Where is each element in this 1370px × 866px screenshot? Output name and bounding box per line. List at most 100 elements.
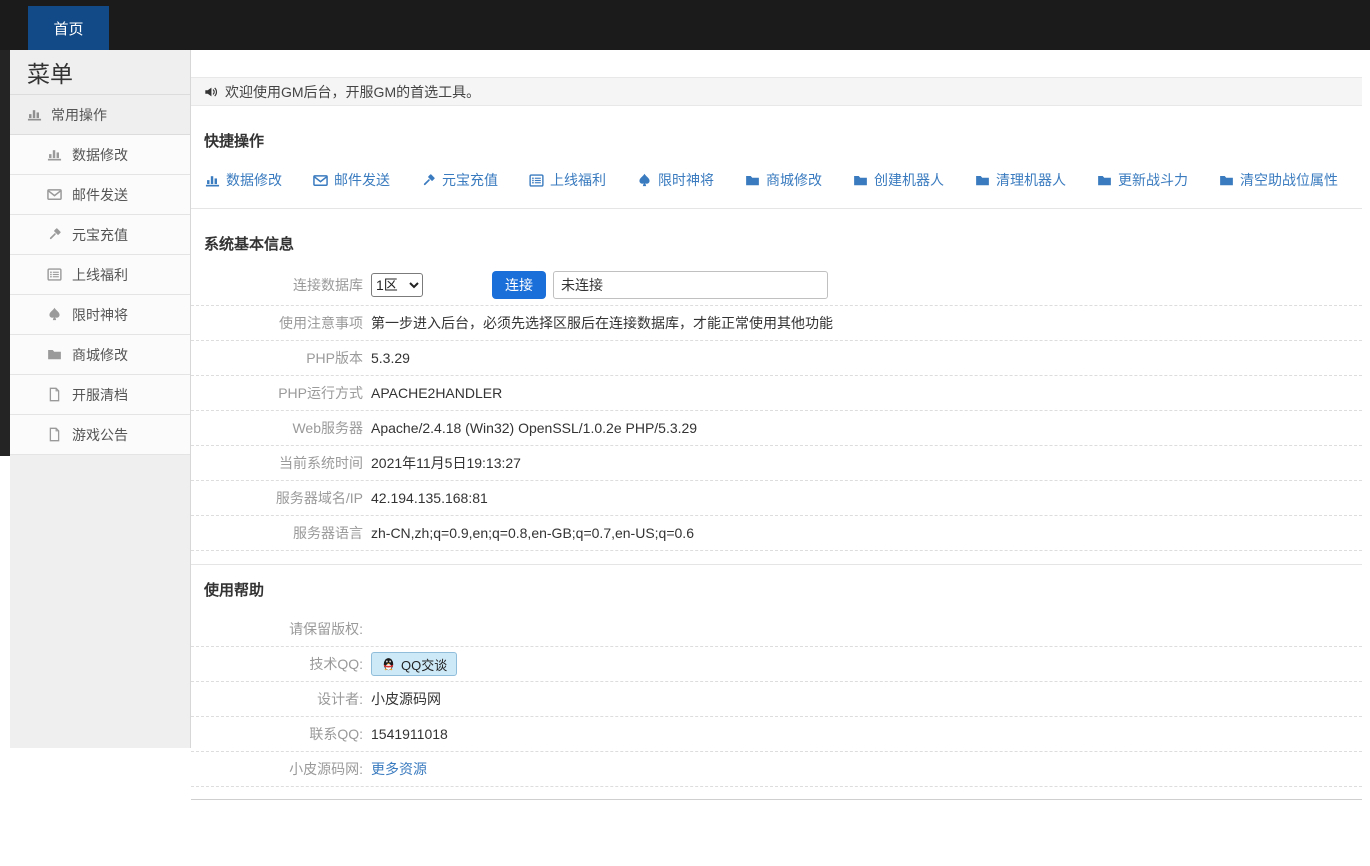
welcome-banner: 欢迎使用GM后台，开服GM的首选工具。 bbox=[191, 77, 1362, 106]
sidebar-item-label: 邮件发送 bbox=[72, 185, 128, 205]
sidebar-item-mail-send[interactable]: 邮件发送 bbox=[10, 175, 190, 215]
topbar: 首页 bbox=[0, 0, 1370, 50]
file-icon bbox=[47, 427, 62, 442]
quick-link-label: 更新战斗力 bbox=[1118, 170, 1188, 190]
quick-link-create-robot[interactable]: 创建机器人 bbox=[853, 170, 944, 190]
sidebar-item-label: 游戏公告 bbox=[72, 425, 128, 445]
system-info-table: 连接数据库 1区 连接 使用注意事项 第一步进入后台，必须先选择区服后在连接数据… bbox=[191, 265, 1362, 551]
quick-link-data-edit[interactable]: 数据修改 bbox=[205, 170, 282, 190]
quick-link-label: 创建机器人 bbox=[874, 170, 944, 190]
row-label: 使用注意事项 bbox=[191, 313, 363, 333]
folder-icon bbox=[853, 173, 868, 188]
sidebar-item-label: 上线福利 bbox=[72, 265, 128, 285]
main-content: 欢迎使用GM后台，开服GM的首选工具。 快捷操作 数据修改 邮件发送 元宝充值 … bbox=[191, 50, 1362, 866]
row-value: zh-CN,zh;q=0.9,en;q=0.8,en-GB;q=0.7,en-U… bbox=[371, 525, 694, 541]
table-row-usage-notes: 使用注意事项 第一步进入后台，必须先选择区服后在连接数据库，才能正常使用其他功能 bbox=[191, 306, 1362, 341]
sidebar-item-server-wipe[interactable]: 开服清档 bbox=[10, 375, 190, 415]
bar-chart-icon bbox=[47, 147, 62, 162]
system-info-title: 系统基本信息 bbox=[204, 233, 1362, 254]
sidebar-item-limited-hero[interactable]: 限时神将 bbox=[10, 295, 190, 335]
spade-icon bbox=[47, 307, 62, 322]
quick-link-label: 商城修改 bbox=[766, 170, 822, 190]
folder-icon bbox=[745, 173, 760, 188]
content-bottom-border bbox=[191, 799, 1362, 800]
welcome-text: 欢迎使用GM后台，开服GM的首选工具。 bbox=[225, 82, 480, 102]
table-row-web-server: Web服务器 Apache/2.4.18 (Win32) OpenSSL/1.0… bbox=[191, 411, 1362, 446]
row-value: 2021年11月5日19:13:27 bbox=[371, 453, 521, 473]
row-label: PHP版本 bbox=[191, 348, 363, 368]
table-row-designer: 设计者: 小皮源码网 bbox=[191, 682, 1362, 717]
folder-icon bbox=[47, 347, 62, 362]
sidebar-item-game-announcement[interactable]: 游戏公告 bbox=[10, 415, 190, 455]
qq-chat-button[interactable]: QQ交谈 bbox=[371, 652, 457, 676]
row-value: 5.3.29 bbox=[371, 350, 410, 366]
more-resources-link[interactable]: 更多资源 bbox=[371, 759, 427, 779]
quick-link-mall-edit[interactable]: 商城修改 bbox=[745, 170, 822, 190]
row-value: 42.194.135.168:81 bbox=[371, 490, 488, 506]
envelope-icon bbox=[313, 173, 328, 188]
zone-select[interactable]: 1区 bbox=[371, 273, 423, 297]
qq-penguin-icon bbox=[381, 657, 396, 672]
row-value: Apache/2.4.18 (Win32) OpenSSL/1.0.2e PHP… bbox=[371, 420, 697, 436]
gavel-icon bbox=[47, 227, 62, 242]
gavel-icon bbox=[421, 173, 436, 188]
tab-home-label: 首页 bbox=[53, 18, 83, 39]
list-icon bbox=[529, 173, 544, 188]
table-row-connect-db: 连接数据库 1区 连接 bbox=[191, 265, 1362, 306]
quick-link-label: 清理机器人 bbox=[996, 170, 1066, 190]
quick-link-label: 元宝充值 bbox=[442, 170, 498, 190]
help-table: 请保留版权: 技术QQ: QQ交谈 设计者: 小皮源码网 bbox=[191, 612, 1362, 787]
table-row-copyright: 请保留版权: bbox=[191, 612, 1362, 647]
folder-icon bbox=[1097, 173, 1112, 188]
quick-link-label: 限时神将 bbox=[658, 170, 714, 190]
row-value: APACHE2HANDLER bbox=[371, 385, 502, 401]
sidebar-dark-strip bbox=[0, 50, 10, 456]
quick-link-limited-hero[interactable]: 限时神将 bbox=[637, 170, 714, 190]
table-row-server-ip: 服务器域名/IP 42.194.135.168:81 bbox=[191, 481, 1362, 516]
quick-link-label: 邮件发送 bbox=[334, 170, 390, 190]
sidebar-item-label: 数据修改 bbox=[72, 145, 128, 165]
row-label: Web服务器 bbox=[191, 418, 363, 438]
row-label: 设计者: bbox=[191, 689, 363, 709]
row-label: 联系QQ: bbox=[191, 724, 363, 744]
row-value: 小皮源码网 bbox=[371, 689, 441, 709]
quick-link-update-power[interactable]: 更新战斗力 bbox=[1097, 170, 1188, 190]
sidebar-group-common-operations[interactable]: 常用操作 bbox=[10, 95, 190, 135]
table-row-more-resources: 小皮源码网: 更多资源 bbox=[191, 752, 1362, 787]
tab-home[interactable]: 首页 bbox=[28, 6, 109, 50]
sidebar-item-ingot-recharge[interactable]: 元宝充值 bbox=[10, 215, 190, 255]
section-divider bbox=[191, 208, 1362, 209]
bar-chart-icon bbox=[205, 173, 220, 188]
file-icon bbox=[47, 387, 62, 402]
connection-status-input[interactable] bbox=[553, 271, 828, 299]
quick-link-mail-send[interactable]: 邮件发送 bbox=[313, 170, 390, 190]
sidebar-item-data-edit[interactable]: 数据修改 bbox=[10, 135, 190, 175]
sidebar-item-label: 元宝充值 bbox=[72, 225, 128, 245]
spade-icon bbox=[637, 173, 652, 188]
sidebar-item-label: 限时神将 bbox=[72, 305, 128, 325]
help-title: 使用帮助 bbox=[204, 579, 1362, 600]
row-value: 1541911018 bbox=[371, 726, 448, 742]
quick-link-ingot-recharge[interactable]: 元宝充值 bbox=[421, 170, 498, 190]
quick-link-label: 上线福利 bbox=[550, 170, 606, 190]
table-row-tech-qq: 技术QQ: QQ交谈 bbox=[191, 647, 1362, 682]
quick-link-clean-robot[interactable]: 清理机器人 bbox=[975, 170, 1066, 190]
quick-link-label: 数据修改 bbox=[226, 170, 282, 190]
row-label: PHP运行方式 bbox=[191, 383, 363, 403]
row-value: 第一步进入后台，必须先选择区服后在连接数据库，才能正常使用其他功能 bbox=[371, 313, 833, 333]
sidebar-item-mall-edit[interactable]: 商城修改 bbox=[10, 335, 190, 375]
section-divider bbox=[191, 564, 1362, 565]
connect-button[interactable]: 连接 bbox=[492, 271, 546, 299]
folder-icon bbox=[1219, 173, 1234, 188]
list-icon bbox=[47, 267, 62, 282]
quick-link-online-welfare[interactable]: 上线福利 bbox=[529, 170, 606, 190]
quick-actions-links: 数据修改 邮件发送 元宝充值 上线福利 限时神将 商城修改 创建机器人 清理机 bbox=[205, 170, 1362, 190]
table-row-php-sapi: PHP运行方式 APACHE2HANDLER bbox=[191, 376, 1362, 411]
folder-icon bbox=[975, 173, 990, 188]
sidebar-item-online-welfare[interactable]: 上线福利 bbox=[10, 255, 190, 295]
quick-link-clear-assist-attrs[interactable]: 清空助战位属性 bbox=[1219, 170, 1338, 190]
speaker-icon bbox=[204, 85, 218, 99]
sidebar-title: 菜单 bbox=[10, 50, 190, 95]
table-row-server-language: 服务器语言 zh-CN,zh;q=0.9,en;q=0.8,en-GB;q=0.… bbox=[191, 516, 1362, 551]
quick-actions-title: 快捷操作 bbox=[204, 130, 1362, 151]
